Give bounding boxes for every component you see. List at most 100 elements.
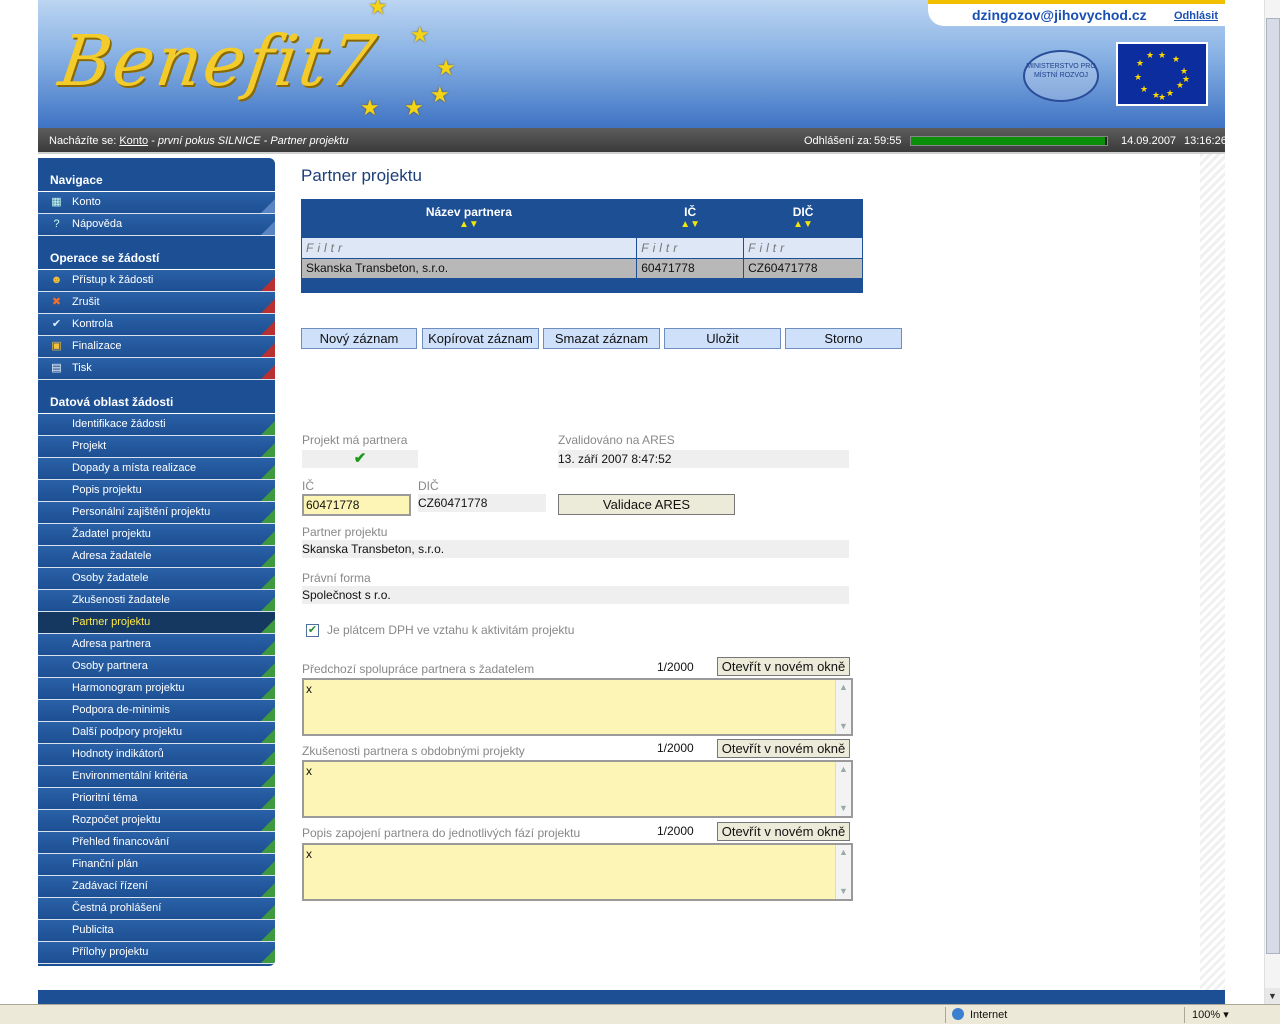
filter-input-ic[interactable] — [641, 240, 744, 255]
column-header-dic[interactable]: DIČ ▲▼ — [743, 199, 863, 237]
sidebar-item-data[interactable]: Osoby partnera — [38, 656, 275, 678]
sidebar-item-zrusit[interactable]: ✖ Zrušit — [38, 292, 275, 314]
globe-icon — [952, 1008, 964, 1020]
sidebar-item-finalizace[interactable]: ▣ Finalizace — [38, 336, 275, 358]
scroll-down-icon[interactable]: ▼ — [836, 719, 851, 734]
sidebar-item-data[interactable]: Zkušenosti žadatele — [38, 590, 275, 612]
breadcrumb-link-konto[interactable]: Konto — [119, 135, 148, 147]
print-icon: ▤ — [51, 362, 62, 374]
textarea-label-cooperation: Předchozí spolupráce partnera s žadatele… — [302, 662, 535, 676]
user-email: dzingozov@jihovychod.cz — [972, 7, 1147, 23]
sidebar-item-data[interactable]: Čestná prohlášení — [38, 898, 275, 920]
sidebar-item-label: Žadatel projektu — [72, 528, 151, 540]
help-icon: ? — [53, 218, 60, 230]
filter-input-dic[interactable] — [748, 240, 862, 255]
sidebar-item-data[interactable]: Zadávací řízení — [38, 876, 275, 898]
ares-validation-button[interactable]: Validace ARES — [558, 494, 735, 515]
copy-record-button[interactable]: Kopírovat záznam — [422, 328, 539, 349]
sidebar-item-data[interactable]: Finanční plán — [38, 854, 275, 876]
ic-input[interactable]: 60471778 — [302, 494, 411, 516]
corner-marker — [261, 773, 275, 787]
has-partner-check-icon: ✔ — [302, 450, 418, 468]
textarea-scrollbar[interactable]: ▲ ▼ — [835, 845, 851, 899]
new-record-button[interactable]: Nový záznam — [301, 328, 417, 349]
sidebar-item-data[interactable]: Hodnoty indikátorů — [38, 744, 275, 766]
sort-arrows-icon[interactable]: ▲▼ — [637, 219, 743, 230]
scroll-down-icon[interactable]: ▼ — [836, 884, 851, 899]
table-row[interactable]: Skanska Transbeton, s.r.o. 60471778 CZ60… — [300, 257, 863, 279]
sidebar-item-data[interactable]: Publicita — [38, 920, 275, 942]
sidebar-item-label: Kontrola — [72, 318, 113, 330]
save-button[interactable]: Uložit — [664, 328, 781, 349]
sidebar-item-data[interactable]: Další podpory projektu — [38, 722, 275, 744]
page-scrollbar-thumb[interactable] — [1266, 18, 1280, 954]
sidebar-item-data[interactable]: Dopady a místa realizace — [38, 458, 275, 480]
lock-icon: ▣ — [51, 340, 62, 352]
dic-value: CZ60471778 — [418, 494, 546, 512]
table-cell-dic[interactable]: CZ60471778 — [743, 257, 863, 279]
column-header-ic[interactable]: IČ ▲▼ — [636, 199, 745, 237]
sidebar-item-data[interactable]: Projekt — [38, 436, 275, 458]
logout-timer-progress — [910, 136, 1108, 146]
sidebar-item-data[interactable]: Podpora de-minimis — [38, 700, 275, 722]
scroll-up-icon[interactable]: ▲ — [836, 845, 851, 860]
scroll-up-icon[interactable]: ▲ — [836, 762, 851, 777]
textarea-scrollbar[interactable]: ▲ ▼ — [835, 762, 851, 816]
vat-payer-checkbox[interactable]: ✔ — [306, 624, 319, 637]
sidebar-item-data[interactable]: Partner projektu — [38, 612, 275, 634]
open-new-window-button[interactable]: Otevřít v novém okně — [717, 822, 850, 841]
scroll-down-icon[interactable]: ▼ — [836, 801, 851, 816]
corner-marker — [261, 751, 275, 765]
security-zone: Internet — [952, 1008, 1007, 1021]
check-icon: ✔ — [51, 318, 62, 330]
sidebar-item-napoveda[interactable]: ? Nápověda — [38, 214, 275, 236]
sidebar-item-data[interactable]: Environmentální kritéria — [38, 766, 275, 788]
sidebar-item-data[interactable]: Harmonogram projektu — [38, 678, 275, 700]
chevron-down-icon[interactable]: ▾ — [1223, 1009, 1229, 1021]
sidebar-item-data[interactable]: Adresa žadatele — [38, 546, 275, 568]
cancel-button[interactable]: Storno — [785, 328, 902, 349]
column-header-label: DIČ — [792, 205, 814, 220]
sidebar-item-data[interactable]: Personální zajištění projektu — [38, 502, 275, 524]
open-new-window-button[interactable]: Otevřít v novém okně — [717, 739, 850, 758]
sidebar-item-kontrola[interactable]: ✔ Kontrola — [38, 314, 275, 336]
table-cell-nazev[interactable]: Skanska Transbeton, s.r.o. — [300, 257, 638, 279]
sidebar-item-data[interactable]: Osoby žadatele — [38, 568, 275, 590]
table-cell-ic[interactable]: 60471778 — [636, 257, 745, 279]
involvement-textarea[interactable]: x ▲ ▼ — [302, 843, 853, 901]
sidebar-item-label: Další podpory projektu — [72, 726, 183, 738]
logout-timer-label: Odhlášení za: — [804, 135, 872, 147]
sidebar-item-data[interactable]: Rozpočet projektu — [38, 810, 275, 832]
textarea-scrollbar[interactable]: ▲ ▼ — [835, 680, 851, 734]
scroll-down-icon[interactable]: ▼ — [1265, 988, 1280, 1004]
corner-marker — [261, 839, 275, 853]
sort-arrows-icon[interactable]: ▲▼ — [744, 219, 862, 230]
logout-timer-value: 59:55 — [874, 135, 902, 147]
sort-arrows-icon[interactable]: ▲▼ — [302, 219, 637, 230]
column-header-nazev[interactable]: Název partnera ▲▼ — [301, 199, 638, 237]
sidebar-item-data[interactable]: Žadatel projektu — [38, 524, 275, 546]
logout-link[interactable]: Odhlásit — [1174, 10, 1218, 22]
experience-textarea[interactable]: x ▲ ▼ — [302, 760, 853, 818]
delete-record-button[interactable]: Smazat záznam — [543, 328, 660, 349]
sidebar-item-data[interactable]: Identifikace žádosti — [38, 414, 275, 436]
sidebar-item-data[interactable]: Adresa partnera — [38, 634, 275, 656]
sidebar-item-data[interactable]: Prioritní téma — [38, 788, 275, 810]
sidebar-item-data[interactable]: Popis projektu — [38, 480, 275, 502]
sidebar-item-label: Partner projektu — [72, 616, 151, 628]
cooperation-textarea[interactable]: x ▲ ▼ — [302, 678, 853, 736]
zoom-level[interactable]: 100% ▾ — [1192, 1008, 1229, 1021]
scroll-up-icon[interactable]: ▲ — [836, 680, 851, 695]
star-icon: ★ — [436, 55, 456, 80]
sidebar-item-tisk[interactable]: ▤ Tisk — [38, 358, 275, 380]
sidebar-item-data[interactable]: Přílohy projektu — [38, 942, 275, 964]
open-new-window-button[interactable]: Otevřít v novém okně — [717, 657, 850, 676]
users-icon: ☻ — [50, 274, 63, 286]
page-scrollbar[interactable]: ▼ — [1264, 0, 1280, 1004]
sidebar-item-pristup[interactable]: ☻ Přístup k žádosti — [38, 270, 275, 292]
filter-input-nazev[interactable] — [306, 240, 637, 255]
sidebar-item-konto[interactable]: ▦ Konto — [38, 192, 275, 214]
sidebar-item-label: Finalizace — [72, 340, 122, 352]
sidebar-item-data[interactable]: Přehled financování — [38, 832, 275, 854]
footer-band — [38, 990, 1225, 1004]
